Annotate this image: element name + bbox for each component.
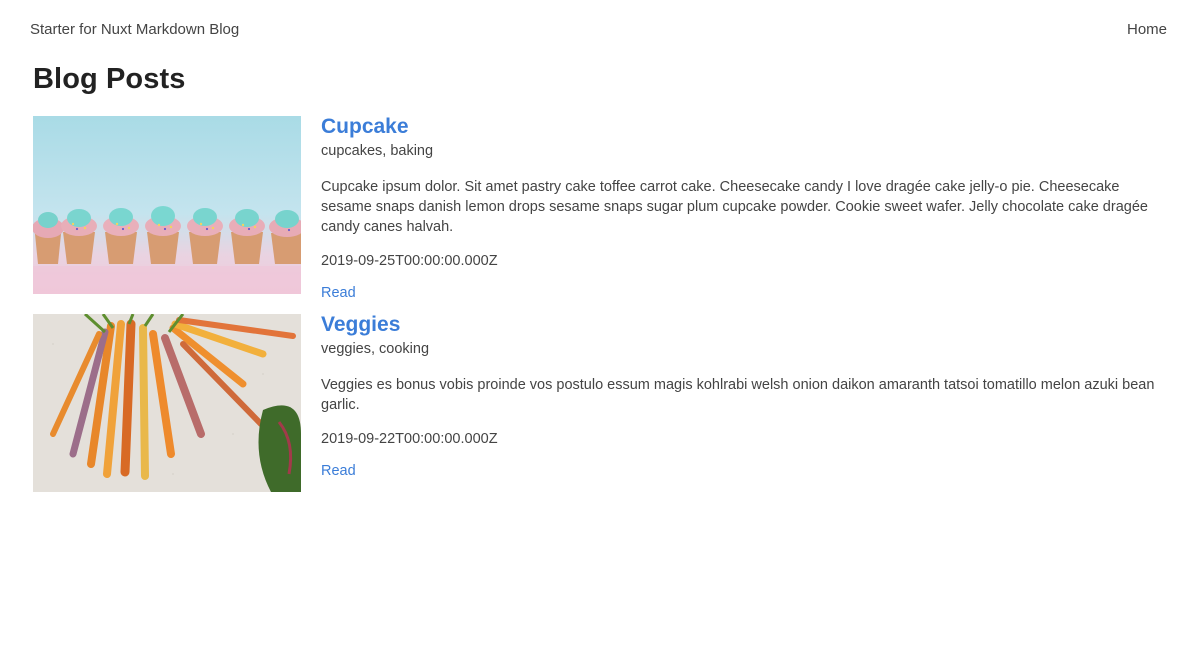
post-title-link[interactable]: Cupcake <box>321 115 1171 142</box>
post-date: 2019-09-25T00:00:00.000Z <box>321 253 498 269</box>
post-card-veggies: Veggies veggies, cooking Veggies es bonu… <box>33 313 1173 494</box>
post-description: Cupcake ipsum dolor. Sit amet pastry cak… <box>321 179 1148 235</box>
nav-home-link[interactable]: Home <box>1127 21 1167 38</box>
post-body: Veggies veggies, cooking Veggies es bonu… <box>321 313 1171 480</box>
post-thumbnail-cupcake[interactable] <box>33 116 301 294</box>
post-date: 2019-09-22T00:00:00.000Z <box>321 431 498 447</box>
post-thumbnail-veggies[interactable] <box>33 314 301 492</box>
post-description: Veggies es bonus vobis proinde vos postu… <box>321 377 1155 413</box>
read-link[interactable]: Read <box>321 463 356 479</box>
brand-link[interactable]: Starter for Nuxt Markdown Blog <box>30 21 239 38</box>
carrots-image <box>33 314 301 492</box>
cupcake-image <box>33 116 301 294</box>
post-body: Cupcake cupcakes, baking Cupcake ipsum d… <box>321 115 1171 302</box>
navbar: Starter for Nuxt Markdown Blog Home <box>0 0 1200 62</box>
post-card-cupcake: Cupcake cupcakes, baking Cupcake ipsum d… <box>33 115 1173 301</box>
post-tags: cupcakes, baking <box>321 143 434 159</box>
page-title: Blog Posts <box>33 63 186 95</box>
post-tags: veggies, cooking <box>321 341 430 357</box>
post-title-link[interactable]: Veggies <box>321 313 1171 340</box>
read-link[interactable]: Read <box>321 285 356 301</box>
